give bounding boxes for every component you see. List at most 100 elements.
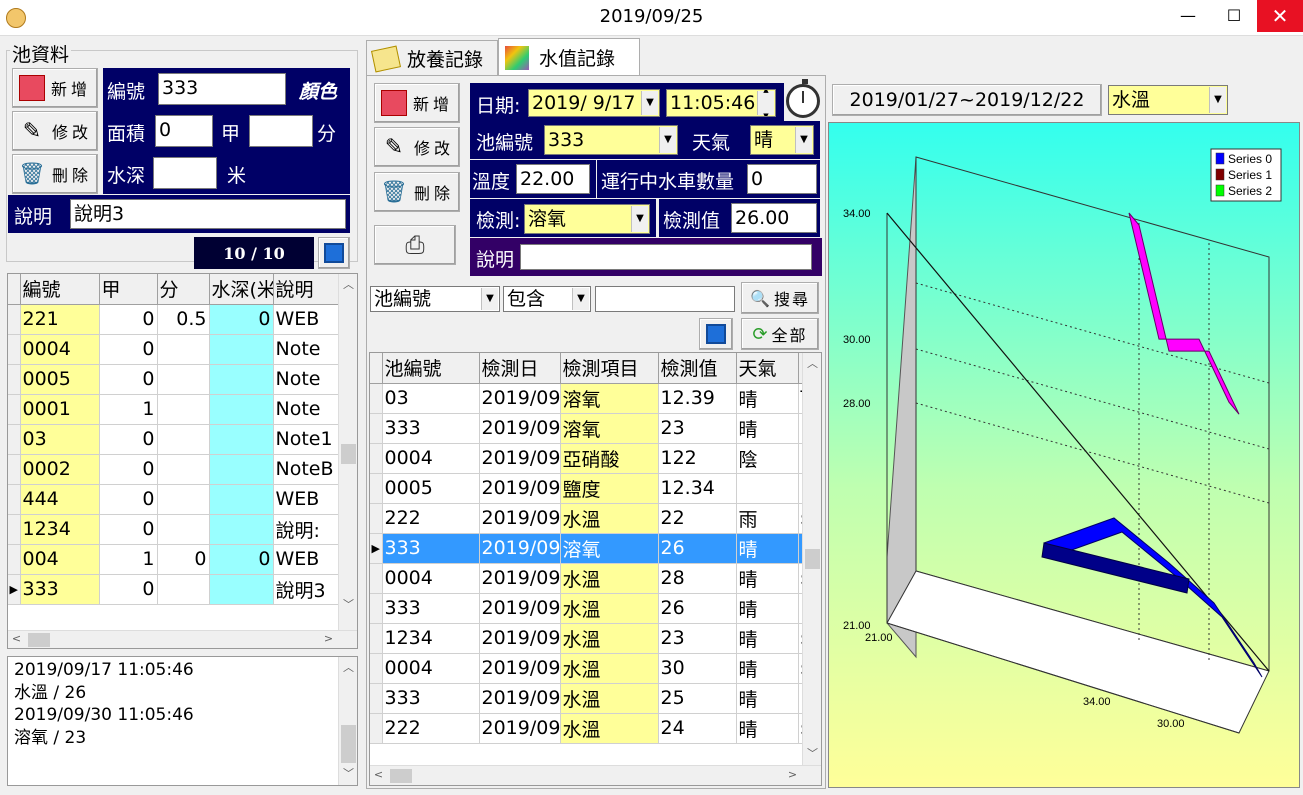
cell-test-value[interactable]: 26 [658,533,737,564]
cell-pool-id[interactable]: 222 [382,713,480,744]
table-row[interactable]: 12342019/09水溫23晴s [370,623,803,654]
table-row[interactable]: 333 2019/09 水溫 25 晴 [370,683,803,714]
cell-test-value[interactable]: 28 [658,563,737,594]
table-row[interactable]: 004 1 0 0 WEB [8,544,339,575]
cell-depth[interactable] [209,394,274,425]
pool-grid-hscroll[interactable]: < > [8,630,357,648]
cell-weather[interactable]: 晴 [736,683,799,714]
cell-test-date[interactable]: 2019/09 [479,443,561,474]
table-row[interactable]: 0004 0 Note [8,334,339,365]
cell-jia[interactable]: 0 [99,334,158,365]
cell-depth[interactable] [209,514,274,545]
cell-id[interactable]: 004 [20,544,100,575]
date-picker[interactable]: 2019/ 9/17 ▼ [528,89,660,117]
cell-fen[interactable] [157,574,210,605]
table-row[interactable]: 444 0 WEB [8,484,339,515]
cell-pool-id[interactable]: 333 [382,413,480,444]
cell-note[interactable]: 說明: [273,514,339,545]
scroll-down-icon[interactable]: ﹀ [804,745,821,761]
chevron-down-icon[interactable]: ▼ [641,91,658,115]
stopwatch-icon[interactable] [786,79,820,118]
records-vscroll[interactable]: ︿ ﹀ [802,353,821,767]
cell-test-value[interactable]: 26 [658,593,737,624]
cell-fen[interactable] [157,334,210,365]
tab-water-record[interactable]: 水值記錄 [498,38,640,76]
table-row[interactable]: 2222019/09水溫24晴s [370,713,803,744]
table-row[interactable]: 03 0 Note1 [8,424,339,455]
col-pool-id[interactable]: 池編號 [382,353,480,384]
cell-depth[interactable]: 0 [209,304,274,335]
temp-input[interactable]: 22.00 [516,164,590,194]
cell-weather[interactable]: 晴 [736,713,799,744]
tab-stocking-record[interactable]: 放養記錄 [366,40,498,76]
cell-note[interactable]: WEB [273,304,339,335]
pool-add-button[interactable]: 新增 [12,68,98,108]
jia-input[interactable] [249,115,313,147]
scroll-up-icon[interactable]: ︿ [340,276,357,292]
cell-id[interactable]: 221 [20,304,100,335]
cell-fen[interactable]: 0.5 [157,304,210,335]
cell-test-date[interactable]: 2019/09 [479,563,561,594]
cell-test-item[interactable]: 溶氧 [560,383,659,414]
col-test-item[interactable]: 檢測項目 [560,353,659,384]
cell-pool-id[interactable]: 333 [382,593,480,624]
test-item-select[interactable]: 溶氧 ▼ [524,204,650,234]
records-save-button[interactable] [699,318,733,350]
cell-fen[interactable] [157,484,210,515]
cell-test-date[interactable]: 2019/09 [479,653,561,684]
chevron-down-icon[interactable]: ▼ [481,288,498,310]
cell-depth[interactable] [209,334,274,365]
scroll-right-icon[interactable]: > [320,632,337,645]
date-range-button[interactable]: 2019/01/27~2019/12/22 [832,84,1102,116]
pool-note-input[interactable]: 說明3 [70,199,346,229]
time-picker[interactable]: 11:05:46 ▲ ▼ [666,89,776,117]
scroll-left-icon[interactable]: < [8,632,25,645]
cell-note[interactable]: WEB [273,484,339,515]
col-weather[interactable]: 天氣 [736,353,799,384]
cell-depth[interactable] [209,364,274,395]
print-button[interactable]: ⎙ [374,225,456,265]
cell-id[interactable]: 03 [20,424,100,455]
cell-test-value[interactable]: 22 [658,503,737,534]
cell-jia[interactable]: 0 [99,454,158,485]
cell-test-item[interactable]: 亞硝酸 [560,443,659,474]
cell-test-item[interactable]: 水溫 [560,563,659,594]
search-op-select[interactable]: 包含 ▼ [503,286,591,312]
cell-test-date[interactable]: 2019/09 [479,503,561,534]
chevron-down-icon[interactable]: ▼ [1209,87,1226,113]
cell-fen[interactable] [157,424,210,455]
cell-fen[interactable] [157,514,210,545]
log-textarea[interactable]: 2019/09/17 11:05:46 水溫 / 26 2019/09/30 11:… [7,656,358,786]
test-value-input[interactable]: 26.00 [731,203,817,233]
col-id[interactable]: 編號 [20,274,100,305]
cell-jia[interactable]: 0 [99,424,158,455]
cell-test-item[interactable]: 水溫 [560,713,659,744]
pool-id-input[interactable]: 333 [158,73,286,105]
cell-test-value[interactable]: 25 [658,683,737,714]
wheel-count-input[interactable]: 0 [747,164,817,194]
cell-test-date[interactable]: 2019/09 [479,623,561,654]
cell-weather[interactable]: 晴 [736,623,799,654]
depth-input[interactable] [153,157,217,189]
cell-weather[interactable]: 晴 [736,533,799,564]
col-test-value[interactable]: 檢測值 [658,353,737,384]
cell-test-item[interactable]: 水溫 [560,623,659,654]
cell-depth[interactable] [209,454,274,485]
cell-depth[interactable] [209,574,274,605]
table-row[interactable]: 032019/09溶氧12.39晴T [370,383,803,414]
show-all-button[interactable]: ⟳ 全部 [741,318,819,350]
color-label[interactable]: 顏色 [299,77,337,104]
pool-grid-vscroll[interactable]: ︿ ﹀ [338,274,357,630]
cell-weather[interactable]: 雨 [736,503,799,534]
cell-jia[interactable]: 0 [99,304,158,335]
cell-weather[interactable]: 晴 [736,593,799,624]
cell-pool-id[interactable]: 0004 [382,653,480,684]
table-row[interactable]: 333 2019/09 溶氧 23 晴 [370,413,803,444]
table-row[interactable]: 0001 1 Note [8,394,339,425]
cell-pool-id[interactable]: 0004 [382,563,480,594]
col-note[interactable]: 說明 [273,274,339,305]
col-jia[interactable]: 甲 [99,274,158,305]
cell-weather[interactable] [736,473,799,504]
cell-pool-id[interactable]: 0005 [382,473,480,504]
cell-test-value[interactable]: 12.39 [658,383,737,414]
